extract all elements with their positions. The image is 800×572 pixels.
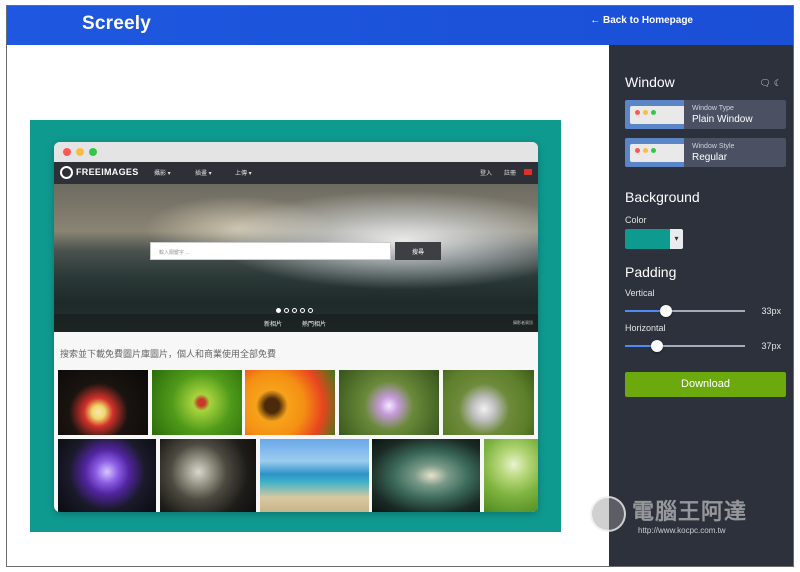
vertical-padding-slider[interactable] [625,305,745,317]
comment-icon[interactable]: 🗨 [759,78,773,88]
slider-handle[interactable] [660,305,672,317]
carousel-dot-icon [292,308,297,313]
brand-logo[interactable]: Screely [82,13,151,35]
window-type-label: Window Type [692,105,734,112]
site-register: 註冊 [504,171,517,177]
close-dot-icon [63,148,71,156]
horizontal-padding-slider[interactable] [625,340,745,352]
site-tagline: 搜索並下載免費圖片庫圖片，個人和商業使用全部免費 [60,349,277,359]
watermark: 電腦王阿達 http://www.kocpc.com.tw [590,488,790,546]
mascot-logo-icon [590,496,626,532]
vertical-padding-value: 33px [761,306,781,316]
site-search-button: 搜尋 [395,242,441,260]
camera-icon [60,166,73,179]
hero-credit: 攝影者資訊 [513,320,533,325]
flag-icon [524,169,532,175]
carousel-dots [276,300,316,313]
window-type-thumbnail [625,100,684,129]
site-name: FREEIMAGES [76,167,139,177]
carousel-dot-icon [276,308,281,313]
back-to-homepage-link[interactable]: ← Back to Homepage [590,15,693,26]
site-menu-item: 插畫 ▾ [195,171,212,177]
site-menu-item: 上傳 ▾ [235,171,252,177]
photo-thumbnail [484,439,538,512]
window-titlebar [54,142,538,162]
app-frame: Screely ← Back to Homepage FREEIMAGES 攝影… [6,5,794,567]
maximize-dot-icon [89,148,97,156]
padding-section-title: Padding [625,264,677,280]
carousel-dot-icon [284,308,289,313]
color-swatch[interactable] [625,229,670,249]
window-style-value: Regular [692,152,728,163]
slider-handle[interactable] [651,340,663,352]
horizontal-label: Horizontal [625,323,666,333]
moon-icon[interactable]: ☾ [774,78,785,88]
watermark-url: http://www.kocpc.com.tw [638,526,726,535]
window-style-thumbnail [625,138,684,167]
carousel-dot-icon [308,308,313,313]
watermark-text: 電腦王阿達 [632,499,748,524]
site-hero-image: 輸入關鍵字 ... 搜尋 新相片 熱門相片 攝影者資訊 [54,184,538,332]
chevron-down-icon[interactable]: ▾ [670,229,683,249]
hero-tab: 熱門相片 [302,322,327,328]
window-type-option[interactable]: Window Type Plain Window [625,100,786,129]
color-picker[interactable]: ▾ [625,229,683,249]
site-login: 登入 [480,171,493,177]
window-style-label: Window Style [692,143,735,150]
hero-tabs: 新相片 熱門相片 攝影者資訊 [54,314,538,332]
color-label: Color [625,215,647,225]
window-type-value: Plain Window [692,114,753,125]
site-search-input: 輸入關鍵字 ... [150,242,391,260]
photo-thumbnail [260,439,369,512]
window-style-option[interactable]: Window Style Regular [625,138,786,167]
preview-window: FREEIMAGES 攝影 ▾ 插畫 ▾ 上傳 ▾ 登入 註冊 輸入關鍵字 ..… [54,142,538,512]
site-menu-item: 攝影 ▾ [154,171,171,177]
site-navbar: FREEIMAGES 攝影 ▾ 插畫 ▾ 上傳 ▾ 登入 註冊 [54,162,538,184]
panel-icons: 🗨☾ [759,78,785,89]
carousel-dot-icon [300,308,305,313]
minimize-dot-icon [76,148,84,156]
horizontal-padding-value: 37px [761,341,781,351]
photo-thumbnail [58,439,156,512]
top-bar: Screely ← Back to Homepage [7,6,793,45]
photo-thumbnail [443,370,534,435]
preview-canvas: FREEIMAGES 攝影 ▾ 插畫 ▾ 上傳 ▾ 登入 註冊 輸入關鍵字 ..… [30,120,561,532]
photo-thumbnail [160,439,256,512]
photo-thumbnail [372,439,480,512]
photo-thumbnail [339,370,439,435]
background-section-title: Background [625,189,700,205]
photo-thumbnail [58,370,148,435]
download-button[interactable]: Download [625,372,786,397]
photo-thumbnail [152,370,242,435]
vertical-label: Vertical [625,288,655,298]
photo-thumbnail [245,370,335,435]
window-section-title: Window [625,74,675,90]
hero-tab: 新相片 [264,322,283,328]
